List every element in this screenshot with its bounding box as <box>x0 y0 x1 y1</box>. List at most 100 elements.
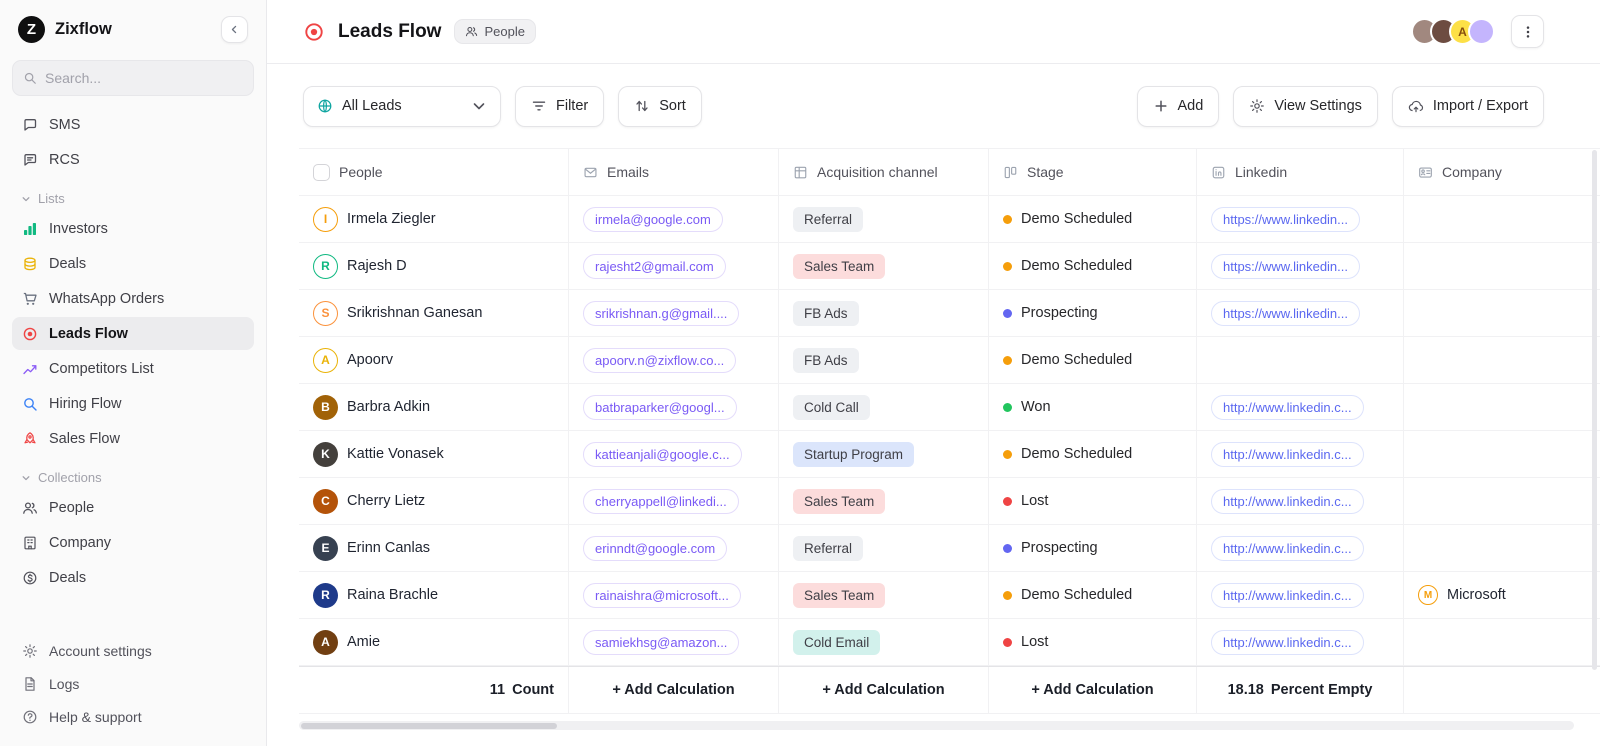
email-cell[interactable]: apoorv.n@zixflow.co... <box>569 337 779 383</box>
stage-cell[interactable]: Prospecting <box>989 525 1197 571</box>
company-cell[interactable] <box>1404 196 1600 242</box>
sidebar-item-competitors-list[interactable]: Competitors List <box>12 352 254 385</box>
email-cell[interactable]: erinndt@google.com <box>569 525 779 571</box>
sidebar-item-deals[interactable]: Deals <box>12 561 254 594</box>
email-link[interactable]: srikrishnan.g@gmail.... <box>583 301 739 326</box>
count-cell[interactable]: 11 Count <box>299 667 569 713</box>
linkedin-link[interactable]: https://www.linkedin... <box>1211 301 1360 326</box>
people-cell[interactable]: RRajesh D <box>299 243 569 289</box>
stage-cell[interactable]: Demo Scheduled <box>989 572 1197 618</box>
email-cell[interactable]: samiekhsg@amazon... <box>569 619 779 665</box>
channel-cell[interactable]: Startup Program <box>779 431 989 477</box>
linkedin-cell[interactable]: http://www.linkedin.c... <box>1197 478 1404 524</box>
people-cell[interactable]: EErinn Canlas <box>299 525 569 571</box>
linkedin-cell[interactable]: https://www.linkedin... <box>1197 243 1404 289</box>
email-cell[interactable]: kattieanjali@google.c... <box>569 431 779 477</box>
linkedin-cell[interactable] <box>1197 337 1404 383</box>
people-cell[interactable]: AAmie <box>299 619 569 665</box>
people-cell[interactable]: BBarbra Adkin <box>299 384 569 430</box>
people-cell[interactable]: AApoorv <box>299 337 569 383</box>
add-button[interactable]: Add <box>1137 86 1220 127</box>
more-options-button[interactable] <box>1511 15 1544 48</box>
channel-cell[interactable]: Cold Email <box>779 619 989 665</box>
column-header-linkedin[interactable]: Linkedin <box>1197 149 1404 195</box>
column-header-people[interactable]: People <box>299 149 569 195</box>
sidebar-footer-item-logs[interactable]: Logs <box>12 668 254 699</box>
linkedin-link[interactable]: http://www.linkedin.c... <box>1211 583 1364 608</box>
filter-button[interactable]: Filter <box>515 86 604 127</box>
column-header-company[interactable]: Company <box>1404 149 1600 195</box>
column-header-stage[interactable]: Stage <box>989 149 1197 195</box>
column-header-acquisition-channel[interactable]: Acquisition channel <box>779 149 989 195</box>
linkedin-link[interactable]: https://www.linkedin... <box>1211 207 1360 232</box>
linkedin-cell[interactable]: http://www.linkedin.c... <box>1197 384 1404 430</box>
email-cell[interactable]: rainaishra@microsoft... <box>569 572 779 618</box>
stage-cell[interactable]: Lost <box>989 619 1197 665</box>
stage-cell[interactable]: Won <box>989 384 1197 430</box>
email-link[interactable]: batbraparker@googl... <box>583 395 737 420</box>
add-calculation-stage[interactable]: + Add Calculation <box>989 667 1197 713</box>
search-input[interactable] <box>45 70 243 86</box>
company-cell[interactable] <box>1404 290 1600 336</box>
linkedin-link[interactable]: http://www.linkedin.c... <box>1211 442 1364 467</box>
company-cell[interactable] <box>1404 384 1600 430</box>
email-link[interactable]: cherryappell@linkedi... <box>583 489 739 514</box>
people-cell[interactable]: KKattie Vonasek <box>299 431 569 477</box>
sidebar-item-investors[interactable]: Investors <box>12 212 254 245</box>
sidebar-footer-item-account-settings[interactable]: Account settings <box>12 635 254 666</box>
search-box[interactable] <box>12 60 254 96</box>
linkedin-link[interactable]: http://www.linkedin.c... <box>1211 395 1364 420</box>
stage-cell[interactable]: Lost <box>989 478 1197 524</box>
stage-cell[interactable]: Demo Scheduled <box>989 337 1197 383</box>
company-cell[interactable] <box>1404 243 1600 289</box>
avatar[interactable] <box>1468 18 1495 45</box>
channel-cell[interactable]: Referral <box>779 525 989 571</box>
company-cell[interactable] <box>1404 431 1600 477</box>
company-cell[interactable]: MMicrosoft <box>1404 572 1600 618</box>
stage-cell[interactable]: Demo Scheduled <box>989 196 1197 242</box>
add-calculation-emails[interactable]: + Add Calculation <box>569 667 779 713</box>
column-header-emails[interactable]: Emails <box>569 149 779 195</box>
email-link[interactable]: rajesht2@gmail.com <box>583 254 726 279</box>
email-link[interactable]: kattieanjali@google.c... <box>583 442 742 467</box>
people-cell[interactable]: SSrikrishnan Ganesan <box>299 290 569 336</box>
email-link[interactable]: samiekhsg@amazon... <box>583 630 739 655</box>
channel-cell[interactable]: Referral <box>779 196 989 242</box>
vertical-scrollbar-thumb[interactable] <box>1592 150 1597 670</box>
sort-button[interactable]: Sort <box>618 86 702 127</box>
company-cell[interactable] <box>1404 525 1600 571</box>
sidebar-item-hiring-flow[interactable]: Hiring Flow <box>12 387 254 420</box>
percent-empty-cell[interactable]: 18.18 Percent Empty <box>1197 667 1404 713</box>
email-cell[interactable]: irmela@google.com <box>569 196 779 242</box>
add-calculation-channel[interactable]: + Add Calculation <box>779 667 989 713</box>
sidebar-item-whatsapp-orders[interactable]: WhatsApp Orders <box>12 282 254 315</box>
sidebar-item-sales-flow[interactable]: Sales Flow <box>12 422 254 455</box>
sidebar-item-people[interactable]: People <box>12 491 254 524</box>
sidebar-item-leads-flow[interactable]: Leads Flow <box>12 317 254 350</box>
email-link[interactable]: erinndt@google.com <box>583 536 727 561</box>
sidebar-item-company[interactable]: Company <box>12 526 254 559</box>
linkedin-link[interactable]: http://www.linkedin.c... <box>1211 489 1364 514</box>
email-link[interactable]: apoorv.n@zixflow.co... <box>583 348 736 373</box>
linkedin-cell[interactable]: https://www.linkedin... <box>1197 196 1404 242</box>
stage-cell[interactable]: Demo Scheduled <box>989 431 1197 477</box>
stage-cell[interactable]: Demo Scheduled <box>989 243 1197 289</box>
email-link[interactable]: rainaishra@microsoft... <box>583 583 741 608</box>
company-cell[interactable] <box>1404 619 1600 665</box>
channel-cell[interactable]: FB Ads <box>779 290 989 336</box>
channel-cell[interactable]: Sales Team <box>779 243 989 289</box>
section-collections[interactable]: Collections <box>21 470 245 485</box>
people-cell[interactable]: IIrmela Ziegler <box>299 196 569 242</box>
company-cell[interactable] <box>1404 337 1600 383</box>
section-lists[interactable]: Lists <box>21 191 245 206</box>
linkedin-cell[interactable]: https://www.linkedin... <box>1197 290 1404 336</box>
sidebar-item-deals[interactable]: Deals <box>12 247 254 280</box>
linkedin-cell[interactable]: http://www.linkedin.c... <box>1197 525 1404 571</box>
email-cell[interactable]: rajesht2@gmail.com <box>569 243 779 289</box>
linkedin-link[interactable]: http://www.linkedin.c... <box>1211 536 1364 561</box>
sidebar-collapse-button[interactable] <box>221 16 248 43</box>
email-cell[interactable]: srikrishnan.g@gmail.... <box>569 290 779 336</box>
linkedin-link[interactable]: https://www.linkedin... <box>1211 254 1360 279</box>
view-settings-button[interactable]: View Settings <box>1233 86 1378 127</box>
company-cell[interactable] <box>1404 478 1600 524</box>
